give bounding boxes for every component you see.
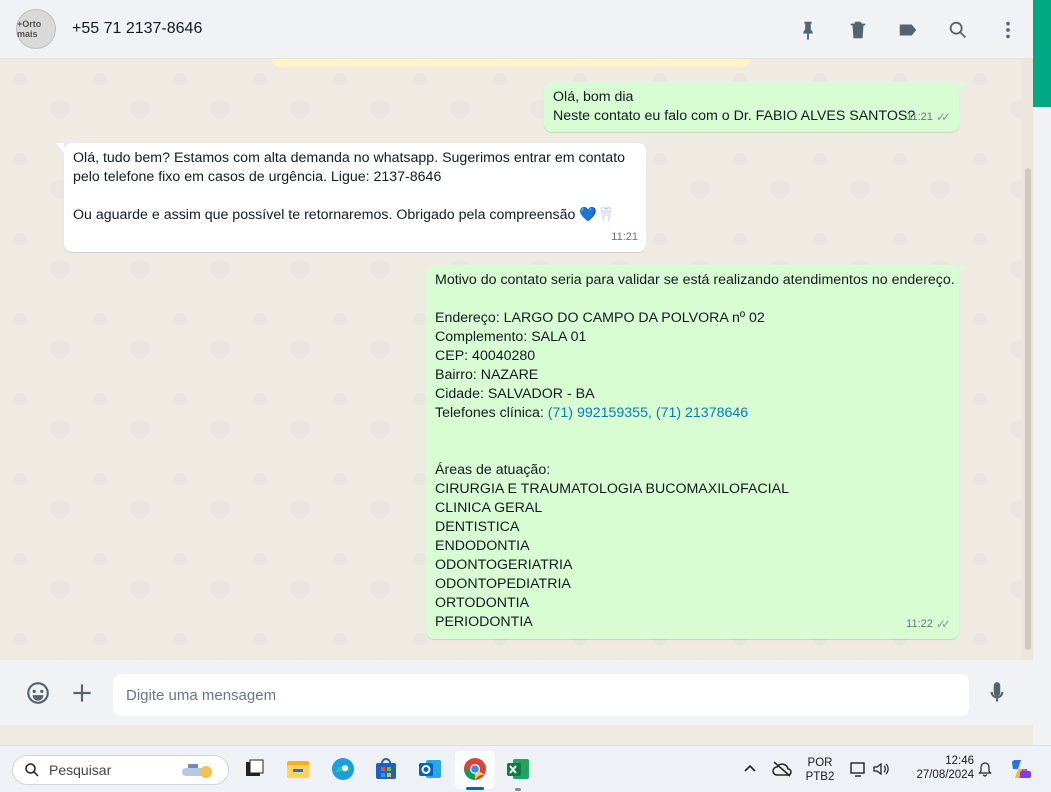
taskbar-search[interactable]: Pesquisar xyxy=(12,755,229,785)
message-text: Complemento: SALA 01 xyxy=(435,329,587,345)
chrome-icon[interactable] xyxy=(460,754,490,784)
message-text xyxy=(435,442,950,461)
pin-icon[interactable] xyxy=(783,10,833,50)
keyboard-layout: PTB2 xyxy=(805,771,835,783)
message-text: Endereço: LARGO DO CAMPO DA POLVORA nº 0… xyxy=(435,310,765,326)
message-text: Cidade: SALVADOR - BA xyxy=(435,386,595,402)
message-text: ENDODONTIA xyxy=(435,538,530,554)
message-text: Ou aguarde e assim que possível te retor… xyxy=(73,206,637,225)
contact-avatar[interactable]: +Orto mais xyxy=(16,9,56,49)
message-text: CIRURGIA E TRAUMATOLOGIA BUCOMAXILOFACIA… xyxy=(435,481,789,497)
message-outgoing-1[interactable]: Olá, bom dia Neste contato eu falo com o… xyxy=(544,82,967,132)
phones-label: Telefones clínica: xyxy=(435,405,548,421)
outlook-icon[interactable] xyxy=(415,754,445,784)
message-text xyxy=(435,423,950,442)
system-clock[interactable]: 12:46 27/08/2024 xyxy=(902,754,974,782)
message-text: DENTISTICA xyxy=(435,519,520,535)
mic-icon[interactable] xyxy=(977,673,1017,713)
language-code: POR xyxy=(807,757,833,769)
edge-browser-icon[interactable] xyxy=(328,754,358,784)
message-text: Neste contato eu falo com o Dr. FABIO AL… xyxy=(553,108,916,124)
file-explorer-icon[interactable] xyxy=(283,754,313,784)
chat-header: +Orto mais +55 71 2137-8646 xyxy=(0,0,1033,59)
emoji-icon[interactable] xyxy=(18,673,58,713)
message-meta: 11:21 ✓✓ xyxy=(906,108,951,127)
menu-icon[interactable] xyxy=(983,10,1033,50)
message-text: ODONTOGERIATRIA xyxy=(435,557,573,573)
message-text xyxy=(435,290,950,309)
notification-bell-icon[interactable] xyxy=(970,754,1000,784)
message-time: 11:21 xyxy=(906,111,933,123)
message-text xyxy=(73,187,637,206)
system-message xyxy=(272,59,750,67)
composer-bar xyxy=(0,660,1033,725)
message-meta: 11:21 xyxy=(611,228,638,247)
message-text: Bairro: NAZARE xyxy=(435,367,539,383)
message-input[interactable] xyxy=(113,674,969,716)
search-icon[interactable] xyxy=(933,10,983,50)
running-app-indicator xyxy=(515,788,521,791)
chat-area[interactable]: Olá, bom dia Neste contato eu falo com o… xyxy=(0,59,1022,660)
copilot-icon[interactable] xyxy=(1005,754,1035,784)
header-actions xyxy=(783,0,1033,59)
message-outgoing-2[interactable]: Motivo do contato seria para validar se … xyxy=(426,265,967,639)
accent-strip xyxy=(1033,0,1051,107)
clock-date: 27/08/2024 xyxy=(916,769,974,781)
message-text: Olá, tudo bem? Estamos com alta demanda … xyxy=(73,150,626,166)
message-time: 11:21 xyxy=(611,231,638,243)
chat-scrollbar-thumb[interactable] xyxy=(1025,168,1031,650)
message-text: CLINICA GERAL xyxy=(435,500,543,516)
message-incoming-1[interactable]: Olá, tudo bem? Estamos com alta demanda … xyxy=(56,143,646,252)
message-text: pelo telefone fixo em casos de urgência.… xyxy=(73,169,442,185)
message-time: 11:22 xyxy=(906,618,933,630)
clock-time: 12:46 xyxy=(945,755,974,767)
read-ticks-icon: ✓✓ xyxy=(935,110,951,124)
excel-icon[interactable] xyxy=(503,754,533,784)
cloud-offline-icon[interactable] xyxy=(767,754,797,784)
phone-link[interactable]: (71) 992159355, (71) 21378646 xyxy=(548,405,748,421)
message-text: CEP: 40040280 xyxy=(435,348,536,364)
task-view-icon[interactable] xyxy=(239,754,269,784)
taskbar-search-label: Pesquisar xyxy=(49,762,112,778)
contact-name[interactable]: +55 71 2137-8646 xyxy=(72,20,202,38)
search-highlight-icon xyxy=(182,764,212,778)
volume-icon[interactable] xyxy=(866,754,896,784)
message-text: Telefones clínica: (71) 992159355, (71) … xyxy=(435,404,950,423)
message-meta: 11:22 ✓✓ xyxy=(906,615,951,634)
read-ticks-icon: ✓✓ xyxy=(935,617,951,631)
message-text: ORTODONTIA xyxy=(435,595,530,611)
message-text-fragment: Ou aguarde e assim que possível te retor… xyxy=(73,207,576,223)
windows-taskbar: Pesquisar POR PTB2 12:46 27/08/2024 xyxy=(0,745,1051,792)
search-icon xyxy=(25,763,39,777)
message-text: Áreas de atuação: xyxy=(435,462,551,478)
heart-tooth-emoji: 💙🦷 xyxy=(579,207,615,223)
chevron-up-icon[interactable] xyxy=(735,754,765,784)
label-icon[interactable] xyxy=(883,10,933,50)
active-app-indicator xyxy=(466,787,484,790)
input-language-indicator[interactable]: POR PTB2 xyxy=(800,756,840,784)
attach-icon[interactable] xyxy=(62,673,102,713)
right-panel-edge xyxy=(1033,0,1051,745)
message-text: Motivo do contato seria para validar se … xyxy=(435,272,955,288)
microsoft-store-icon[interactable] xyxy=(371,754,401,784)
message-text: ODONTOPEDIATRIA xyxy=(435,576,571,592)
message-text: PERIODONTIA xyxy=(435,614,533,630)
delete-icon[interactable] xyxy=(833,10,883,50)
message-text: Olá, bom dia xyxy=(553,89,634,105)
